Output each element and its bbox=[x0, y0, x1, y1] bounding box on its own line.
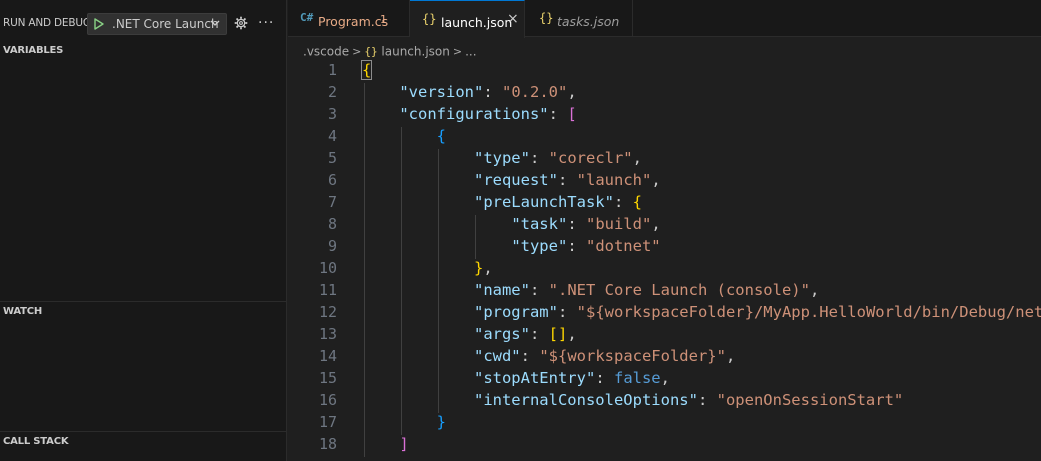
chevron-down-icon bbox=[210, 20, 220, 26]
close-icon[interactable]: × bbox=[507, 11, 519, 27]
json-key: "type" bbox=[473, 149, 530, 167]
line-number: 4 bbox=[327, 127, 337, 145]
json-key: "program" bbox=[473, 303, 558, 321]
editor-area: C# Program.cs 1 {} launch.json × {} task… bbox=[288, 0, 1041, 461]
more-actions-icon[interactable]: ··· bbox=[258, 15, 274, 31]
json-value: "${workspaceFolder}/MyApp.HelloWorld/bin… bbox=[576, 303, 1041, 321]
code-line: 3 "configurations": [ bbox=[288, 105, 1041, 127]
code-line: 7 "preLaunchTask": { bbox=[288, 193, 1041, 215]
json-key: "version" bbox=[399, 83, 484, 101]
json-value: "openOnSessionStart" bbox=[716, 391, 904, 409]
tab-tasks-json[interactable]: {} tasks.json bbox=[525, 0, 633, 37]
json-value: ".NET Core Launch (console)" bbox=[548, 281, 810, 299]
line-number: 6 bbox=[327, 171, 337, 189]
csharp-file-icon: C# bbox=[300, 11, 314, 24]
line-number: 15 bbox=[318, 369, 337, 387]
json-value: [] bbox=[548, 325, 568, 343]
section-divider bbox=[0, 301, 286, 302]
json-value: "dotnet" bbox=[585, 237, 661, 255]
watch-section-header[interactable]: WATCH bbox=[3, 306, 42, 317]
code-line: 18 ] bbox=[288, 435, 1041, 457]
code-line: 15 "stopAtEntry": false, bbox=[288, 369, 1041, 391]
line-number: 9 bbox=[327, 237, 337, 255]
json-file-icon: {} bbox=[422, 12, 437, 26]
json-value: false bbox=[613, 369, 661, 387]
editor-tab-bar: C# Program.cs 1 {} launch.json × {} task… bbox=[288, 0, 1041, 38]
tab-label: tasks.json bbox=[557, 14, 620, 29]
json-value: "coreclr" bbox=[548, 149, 633, 167]
call-stack-section-header[interactable]: CALL STACK bbox=[3, 436, 69, 447]
launch-configuration-name: .NET Core Launch bbox=[112, 17, 219, 31]
json-value: "0.2.0" bbox=[502, 83, 568, 101]
gear-icon[interactable] bbox=[234, 16, 248, 30]
code-line: 13 "args": [], bbox=[288, 325, 1041, 347]
code-line: 17 } bbox=[288, 413, 1041, 435]
line-number: 12 bbox=[318, 303, 337, 321]
line-number: 16 bbox=[318, 391, 337, 409]
json-key: "stopAtEntry" bbox=[473, 369, 596, 387]
line-number: 7 bbox=[327, 193, 337, 211]
variables-section-header[interactable]: VARIABLES bbox=[3, 45, 63, 56]
line-number: 3 bbox=[327, 105, 337, 123]
json-key: "request" bbox=[473, 171, 558, 189]
json-key: "cwd" bbox=[473, 347, 521, 365]
line-number: 1 bbox=[327, 61, 337, 79]
line-number: 5 bbox=[327, 149, 337, 167]
code-line: 1{ bbox=[288, 60, 1041, 83]
json-value: "${workspaceFolder}" bbox=[539, 347, 726, 365]
json-key: "type" bbox=[511, 237, 568, 255]
json-key: "task" bbox=[511, 215, 568, 233]
breadcrumb-file[interactable]: launch.json bbox=[381, 45, 449, 59]
breadcrumb: .vscode >{} launch.json >... bbox=[303, 44, 477, 59]
json-value: "launch" bbox=[576, 171, 652, 189]
chevron-right-icon: > bbox=[452, 45, 463, 58]
code-line: 16 "internalConsoleOptions": "openOnSess… bbox=[288, 391, 1041, 413]
breadcrumb-folder[interactable]: .vscode bbox=[303, 45, 349, 59]
code-line: 8 "task": "build", bbox=[288, 215, 1041, 237]
code-line: 14 "cwd": "${workspaceFolder}", bbox=[288, 347, 1041, 369]
line-number: 8 bbox=[327, 215, 337, 233]
problem-count-badge: 1 bbox=[380, 13, 387, 26]
start-debugging-icon[interactable] bbox=[91, 15, 107, 33]
tab-program-cs[interactable]: C# Program.cs 1 bbox=[288, 0, 410, 37]
chevron-right-icon: > bbox=[352, 45, 362, 58]
run-and-debug-title: RUN AND DEBUG bbox=[3, 17, 91, 29]
code-line: 11 "name": ".NET Core Launch (console)", bbox=[288, 281, 1041, 303]
code-line: 10 }, bbox=[288, 259, 1041, 281]
line-number: 2 bbox=[327, 83, 337, 101]
line-number: 13 bbox=[318, 325, 337, 343]
code-line: 6 "request": "launch", bbox=[288, 171, 1041, 193]
json-key: "configurations" bbox=[399, 105, 549, 123]
line-number: 14 bbox=[318, 347, 337, 365]
json-key: "internalConsoleOptions" bbox=[473, 391, 698, 409]
json-key: "name" bbox=[473, 281, 530, 299]
tab-label: launch.json bbox=[441, 15, 513, 30]
code-line: 9 "type": "dotnet" bbox=[288, 237, 1041, 259]
json-file-icon: {} bbox=[539, 11, 554, 25]
code-line: 2 "version": "0.2.0", bbox=[288, 83, 1041, 105]
section-divider bbox=[0, 431, 286, 432]
code-line: 4 { bbox=[288, 127, 1041, 149]
code-line: 5 "type": "coreclr", bbox=[288, 149, 1041, 171]
json-file-icon: {} bbox=[364, 45, 378, 58]
json-key: "preLaunchTask" bbox=[473, 193, 614, 211]
launch-configuration-select[interactable]: .NET Core Launch bbox=[87, 13, 227, 35]
code-line: 12 "program": "${workspaceFolder}/MyApp.… bbox=[288, 303, 1041, 325]
breadcrumb-symbol[interactable]: ... bbox=[465, 45, 476, 59]
json-key: "args" bbox=[473, 325, 530, 343]
line-number: 18 bbox=[318, 435, 337, 453]
debug-header: RUN AND DEBUG .NET Core Launch ··· bbox=[0, 0, 286, 48]
line-number: 17 bbox=[318, 413, 337, 431]
debug-sidebar: RUN AND DEBUG .NET Core Launch ··· VARIA… bbox=[0, 0, 287, 461]
line-number: 10 bbox=[318, 259, 337, 277]
tab-label: Program.cs bbox=[318, 14, 389, 29]
line-number: 11 bbox=[318, 281, 337, 299]
code-editor[interactable]: 1{ 2 "version": "0.2.0", 3 "configuratio… bbox=[288, 60, 1041, 461]
json-value: "build" bbox=[585, 215, 652, 233]
tab-launch-json[interactable]: {} launch.json × bbox=[410, 0, 525, 38]
